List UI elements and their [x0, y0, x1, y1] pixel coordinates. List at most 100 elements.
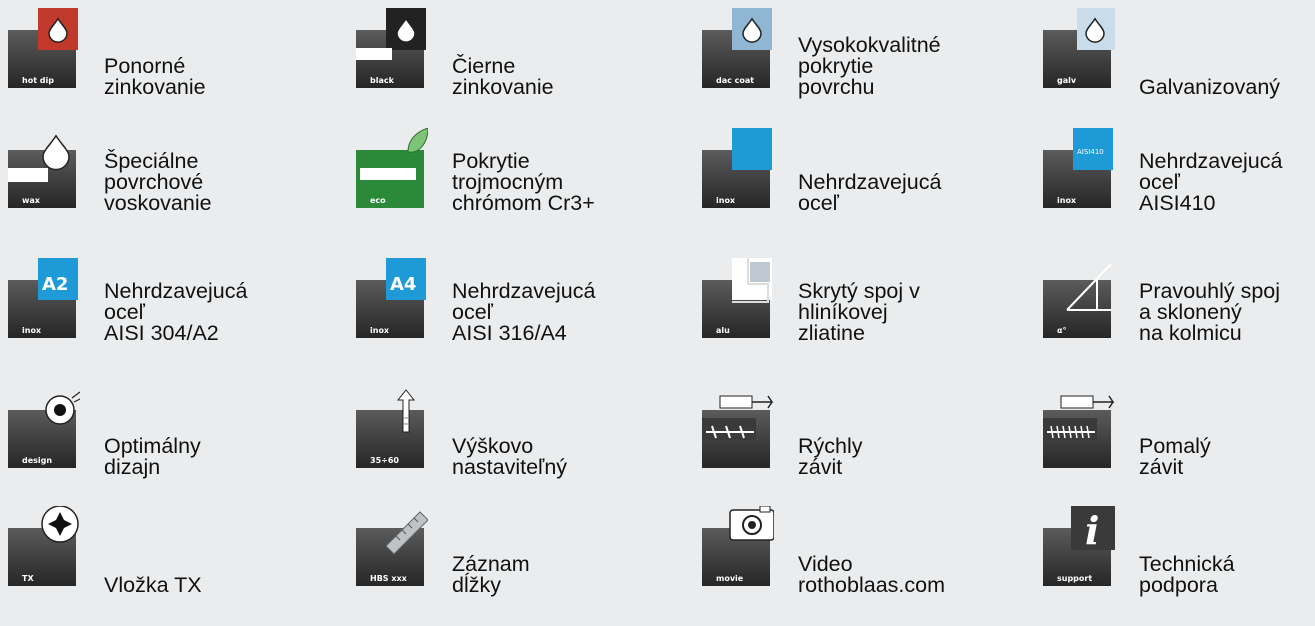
inox-a2-icon: A2 inox	[8, 258, 80, 338]
design-icon: design	[8, 388, 80, 468]
legend-label-line: oceľ	[452, 300, 493, 324]
tx-icon: TX	[8, 506, 80, 586]
legend-label-line: AISI 304/A2	[104, 321, 219, 345]
legend-label-line: Pomalý	[1139, 434, 1211, 458]
legend-label-line: oceľ	[104, 300, 145, 324]
legend-label-line: a sklonený	[1139, 300, 1242, 324]
svg-text:dac coat: dac coat	[716, 76, 754, 85]
legend-label: Výškovo nastaviteľný	[452, 408, 667, 478]
legend-label: Pravouhlý spoj a sklonený na kolmicu	[1139, 274, 1315, 344]
legend-label-line: Záznam	[452, 552, 530, 576]
svg-text:HBS xxx: HBS xxx	[370, 574, 408, 583]
galv-icon: galv	[1043, 8, 1115, 88]
svg-text:inox: inox	[1057, 196, 1077, 205]
legend-label-line: hliníkovej	[798, 300, 888, 324]
dac-coat-icon: dac coat	[702, 8, 774, 88]
camera-icon: movie	[702, 506, 774, 586]
legend-label-line: Skrytý spoj v	[798, 279, 920, 303]
angle-icon: α°	[1043, 258, 1115, 338]
legend-label-line: Nehrdzavejucá	[104, 279, 248, 303]
legend-label-line: Pokrytie	[452, 149, 530, 173]
slow-thread-icon	[1043, 388, 1115, 468]
legend-item-stainless-a2: A2 inox Nehrdzavejucá oceľ AISI 304/A2	[0, 258, 320, 368]
legend-label: Vysokokvalitné pokrytie povrchu	[798, 28, 1013, 98]
legend-label-line: AISI410	[1139, 191, 1216, 215]
legend-item-galvanized: galv Galvanizovaný	[1035, 8, 1315, 118]
legend-label: Pokrytie trojmocným chrómom Cr3+	[452, 144, 667, 214]
legend-item-hidden-joint: alu Skrytý spoj v hliníkovej zliatine	[694, 258, 1014, 368]
svg-text:black: black	[370, 76, 395, 85]
svg-text:AISI410: AISI410	[1077, 148, 1104, 156]
legend-item-height-adjustable: 35÷60 Výškovo nastaviteľný	[348, 388, 668, 498]
legend-item-fast-thread: Rýchly závit	[694, 388, 1014, 498]
legend-label: Rýchly závit	[798, 408, 1013, 478]
legend-item-video: movie Video rothoblaas.com	[694, 506, 1014, 616]
legend-item-stainless-aisi410: AISI410 inox Nehrdzavejucá oceľ AISI410	[1035, 128, 1315, 238]
legend-label-line: Optimálny	[104, 434, 201, 458]
svg-text:design: design	[22, 456, 52, 465]
legend-label-line: Nehrdzavejucá	[1139, 149, 1283, 173]
svg-text:movie: movie	[716, 574, 744, 583]
legend-label-line: dĺžky	[452, 573, 501, 597]
hot-dip-icon: hot dip	[8, 8, 80, 88]
svg-text:eco: eco	[370, 196, 386, 205]
legend-item-tech-support: i support Technická podpora	[1035, 506, 1315, 616]
legend-item-black-galvanizing: black Čierne zinkovanie	[348, 8, 668, 118]
legend-label-line: rothoblaas.com	[798, 573, 945, 597]
svg-text:inox: inox	[22, 326, 42, 335]
svg-text:galv: galv	[1057, 76, 1077, 85]
legend-label-line: nastaviteľný	[452, 455, 568, 479]
legend-label-line: Technická	[1139, 552, 1235, 576]
legend-label-line: na kolmicu	[1139, 321, 1242, 345]
legend-item-tx-insert: TX Vložka TX	[0, 506, 320, 616]
legend-label: Vložka TX	[104, 526, 319, 596]
legend-item-trivalent-chrome: eco Pokrytie trojmocným chrómom Cr3+	[348, 128, 668, 238]
legend-label: Skrytý spoj v hliníkovej zliatine	[798, 274, 1013, 344]
icon-legend-grid: hot dip Ponorné zinkovanie black Čierne zi…	[0, 0, 1315, 626]
legend-item-hot-dip-galvanizing: hot dip Ponorné zinkovanie	[0, 8, 320, 118]
legend-label-line: Výškovo	[452, 434, 534, 458]
legend-label: Galvanizovaný	[1139, 28, 1315, 98]
legend-item-high-quality-coating: dac coat Vysokokvalitné pokrytie povrchu	[694, 8, 1014, 118]
svg-text:inox: inox	[370, 326, 390, 335]
legend-label-line: Nehrdzavejucá	[452, 279, 596, 303]
legend-label-line: oceľ	[1139, 170, 1180, 194]
legend-label-line: Vložka TX	[104, 573, 202, 597]
legend-label: Video rothoblaas.com	[798, 526, 1013, 596]
legend-label: Špeciálne povrchové voskovanie	[104, 144, 319, 214]
black-icon: black	[356, 8, 428, 88]
height-icon: 35÷60	[356, 388, 428, 468]
ruler-icon: HBS xxx	[356, 506, 428, 586]
svg-text:wax: wax	[22, 196, 41, 205]
legend-label-line: zinkovanie	[452, 75, 554, 99]
legend-label: Technická podpora	[1139, 526, 1315, 596]
legend-label-line: závit	[1139, 455, 1184, 479]
legend-label-line: Nehrdzavejucá	[798, 170, 942, 194]
alu-icon: alu	[702, 258, 774, 338]
legend-label-line: zliatine	[798, 321, 865, 345]
legend-label-line: Rýchly	[798, 434, 863, 458]
inox-410-icon: AISI410 inox	[1043, 128, 1115, 208]
legend-item-wax-coating: wax Špeciálne povrchové voskovanie	[0, 128, 320, 238]
inox-a4-icon: A4 inox	[356, 258, 428, 338]
legend-label-line: Video	[798, 552, 853, 576]
svg-text:hot dip: hot dip	[22, 76, 54, 85]
legend-label: Nehrdzavejucá oceľ AISI410	[1139, 144, 1315, 214]
svg-text:i: i	[1085, 508, 1099, 553]
legend-item-optimal-design: design Optimálny dizajn	[0, 388, 320, 498]
legend-label-line: povrchové	[104, 170, 204, 194]
legend-label-line: dizajn	[104, 455, 161, 479]
legend-label-line: pokrytie	[798, 54, 874, 78]
legend-label-line: trojmocným	[452, 170, 564, 194]
info-icon: i support	[1043, 506, 1115, 586]
legend-item-length-mark: HBS xxx Záznam dĺžky	[348, 506, 668, 616]
legend-label: Záznam dĺžky	[452, 526, 667, 596]
svg-text:A4: A4	[390, 274, 416, 295]
legend-label-line: oceľ	[798, 191, 839, 215]
legend-label-line: Čierne	[452, 54, 516, 78]
legend-item-stainless-a4: A4 inox Nehrdzavejucá oceľ AISI 316/A4	[348, 258, 668, 368]
legend-label-line: Špeciálne	[104, 149, 199, 173]
legend-item-slow-thread: Pomalý závit	[1035, 388, 1315, 498]
legend-item-stainless-steel: inox Nehrdzavejucá oceľ	[694, 128, 1014, 238]
legend-label: Nehrdzavejucá oceľ	[798, 144, 1013, 214]
